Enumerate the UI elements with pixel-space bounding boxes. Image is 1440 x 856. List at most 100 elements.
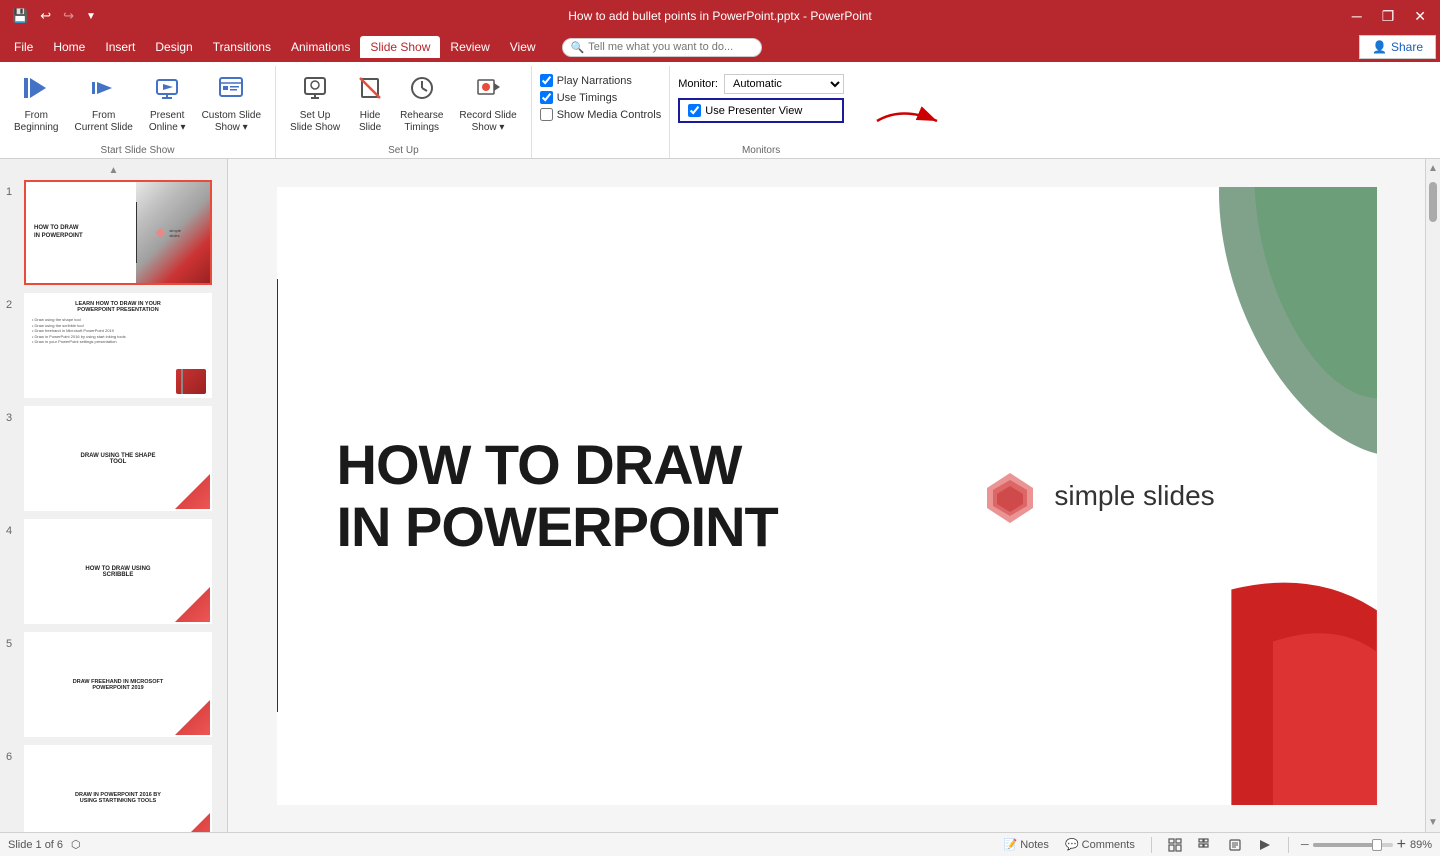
show-media-controls-checkbox[interactable]: Show Media Controls <box>540 108 662 121</box>
menu-view[interactable]: View <box>500 36 546 58</box>
search-input[interactable] <box>588 41 748 53</box>
title-bar: 💾 ↩ ↪ ▼ How to add bullet points in Powe… <box>0 0 1440 32</box>
normal-view-icon <box>1168 838 1182 852</box>
from-beginning-btn[interactable]: FromBeginning <box>8 70 64 138</box>
minimize-btn[interactable]: ─ <box>1346 6 1368 26</box>
set-up-show-label: Set UpSlide Show <box>290 110 340 134</box>
window-title: How to add bullet points in PowerPoint.p… <box>568 9 872 23</box>
menu-file[interactable]: File <box>4 36 43 58</box>
slide-thumb-3[interactable]: 3 DRAW USING THE SHAPETOOL <box>4 404 223 513</box>
redo-icon[interactable]: ↪ <box>59 6 78 26</box>
use-timings-checkbox[interactable]: Use Timings <box>540 91 662 104</box>
zoom-out-btn[interactable]: ─ <box>1301 839 1309 851</box>
present-online-label: PresentOnline ▾ <box>149 110 186 134</box>
slide-sorter-btn[interactable] <box>1194 837 1216 853</box>
normal-view-btn[interactable] <box>1164 837 1186 853</box>
divider <box>1151 837 1152 853</box>
comments-label: Comments <box>1082 839 1135 851</box>
scroll-up-btn[interactable]: ▲ <box>4 163 223 178</box>
from-beginning-icon <box>22 74 50 108</box>
use-timings-label: Use Timings <box>557 92 618 104</box>
status-bar: Slide 1 of 6 ⬡ 📝 Notes 💬 Comments ─ <box>0 832 1440 856</box>
menu-home[interactable]: Home <box>43 36 95 58</box>
from-beginning-label: FromBeginning <box>14 110 58 134</box>
share-button[interactable]: 👤 Share <box>1359 35 1436 59</box>
slide-thumb-4[interactable]: 4 HOW TO DRAW USINGSCRIBBLE <box>4 517 223 626</box>
ribbon-group-setup: Set UpSlide Show HideSlide <box>276 66 532 158</box>
slide-thumb-5[interactable]: 5 DRAW FREEHAND IN MICROSOFTPOWERPOINT 2… <box>4 630 223 739</box>
logo-text: simple slides <box>1054 480 1214 512</box>
scroll-down-slide-btn[interactable]: ▼ <box>1424 813 1440 832</box>
menu-design[interactable]: Design <box>145 36 202 58</box>
checkbox-options: Play Narrations Use Timings Show Media C… <box>540 74 662 121</box>
record-slide-show-btn[interactable]: Record SlideShow ▾ <box>453 70 522 138</box>
from-current-icon <box>90 74 118 108</box>
quick-access-toolbar: 💾 ↩ ↪ ▼ <box>8 6 100 26</box>
restore-btn[interactable]: ❐ <box>1376 6 1401 27</box>
close-btn[interactable]: ✕ <box>1408 6 1432 27</box>
slideshow-btn[interactable] <box>1254 837 1276 853</box>
use-timings-input[interactable] <box>540 91 553 104</box>
from-current-slide-btn[interactable]: FromCurrent Slide <box>68 70 138 138</box>
zoom-thumb[interactable] <box>1372 839 1382 851</box>
show-media-controls-label: Show Media Controls <box>557 109 662 121</box>
slide-thumb-6[interactable]: 6 DRAW IN POWERPOINT 2016 BYUSING STARTI… <box>4 743 223 832</box>
slide-num-6: 6 <box>6 745 20 763</box>
start-slideshow-buttons: FromBeginning FromCurrent Slide <box>8 70 267 138</box>
hide-slide-btn[interactable]: HideSlide <box>350 70 390 138</box>
accessibility-icon[interactable]: ⬡ <box>71 838 81 851</box>
use-presenter-view-input[interactable] <box>688 104 701 117</box>
menu-bar: File Home Insert Design Transitions Anim… <box>0 32 1440 62</box>
ribbon-group-start-slideshow: FromBeginning FromCurrent Slide <box>0 66 276 158</box>
reading-view-btn[interactable] <box>1224 837 1246 853</box>
share-label: Share <box>1391 40 1423 54</box>
rehearse-timings-label: RehearseTimings <box>400 110 443 134</box>
slide-num-4: 4 <box>6 519 20 537</box>
undo-icon[interactable]: ↩ <box>36 6 55 26</box>
ribbon-group-checkboxes: Play Narrations Use Timings Show Media C… <box>532 66 671 158</box>
slide-num-1: 1 <box>6 180 20 198</box>
menu-transitions[interactable]: Transitions <box>203 36 281 58</box>
slide-num-3: 3 <box>6 406 20 424</box>
menu-insert[interactable]: Insert <box>95 36 145 58</box>
set-up-show-icon <box>301 74 329 108</box>
reading-view-icon <box>1228 838 1242 852</box>
play-narrations-label: Play Narrations <box>557 75 632 87</box>
notes-btn[interactable]: 📝 Notes <box>999 837 1052 852</box>
zoom-slider[interactable] <box>1313 843 1393 847</box>
divider2 <box>1288 837 1289 853</box>
ribbon-group-monitors: Monitor: Automatic Primary Monitor Use P… <box>670 66 852 158</box>
setup-group-label: Set Up <box>388 145 419 156</box>
scrollbar-thumb[interactable] <box>1429 182 1437 222</box>
menu-slideshow[interactable]: Slide Show <box>360 36 440 58</box>
hide-slide-label: HideSlide <box>359 110 381 134</box>
slide-thumb-1[interactable]: 1 HOW TO DRAWIN POWERPOINT simple slides <box>4 178 223 287</box>
scroll-up-slide-btn[interactable]: ▲ <box>1424 159 1440 178</box>
monitor-section: Monitor: Automatic Primary Monitor Use P… <box>678 74 844 123</box>
window-controls: ─ ❐ ✕ <box>1346 6 1432 27</box>
monitor-select[interactable]: Automatic Primary Monitor <box>724 74 844 94</box>
custom-show-btn[interactable]: Custom SlideShow ▾ <box>196 70 267 138</box>
share-icon: 👤 <box>1372 40 1387 54</box>
customize-icon[interactable]: ▼ <box>82 9 100 24</box>
menu-animations[interactable]: Animations <box>281 36 360 58</box>
record-slide-show-label: Record SlideShow ▾ <box>459 110 516 134</box>
show-media-controls-input[interactable] <box>540 108 553 121</box>
presenter-view-box: Use Presenter View <box>678 98 844 123</box>
comments-icon: 💬 <box>1065 838 1079 851</box>
present-online-btn[interactable]: PresentOnline ▾ <box>143 70 192 138</box>
save-icon[interactable]: 💾 <box>8 6 32 26</box>
setup-buttons: Set UpSlide Show HideSlide <box>284 70 523 138</box>
slide-thumb-2[interactable]: 2 LEARN HOW TO DRAW IN YOURPOWERPOINT PR… <box>4 291 223 400</box>
menu-review[interactable]: Review <box>440 36 499 58</box>
comments-btn[interactable]: 💬 Comments <box>1061 837 1139 852</box>
play-narrations-checkbox[interactable]: Play Narrations <box>540 74 662 87</box>
set-up-show-btn[interactable]: Set UpSlide Show <box>284 70 346 138</box>
slideshow-icon <box>1258 838 1272 852</box>
rehearse-timings-icon <box>408 74 436 108</box>
rehearse-timings-btn[interactable]: RehearseTimings <box>394 70 449 138</box>
play-narrations-input[interactable] <box>540 74 553 87</box>
zoom-in-btn[interactable]: + <box>1397 837 1406 853</box>
slide-right-content: simple slides <box>882 187 1377 805</box>
thumb-img-2: LEARN HOW TO DRAW IN YOURPOWERPOINT PRES… <box>24 293 212 398</box>
